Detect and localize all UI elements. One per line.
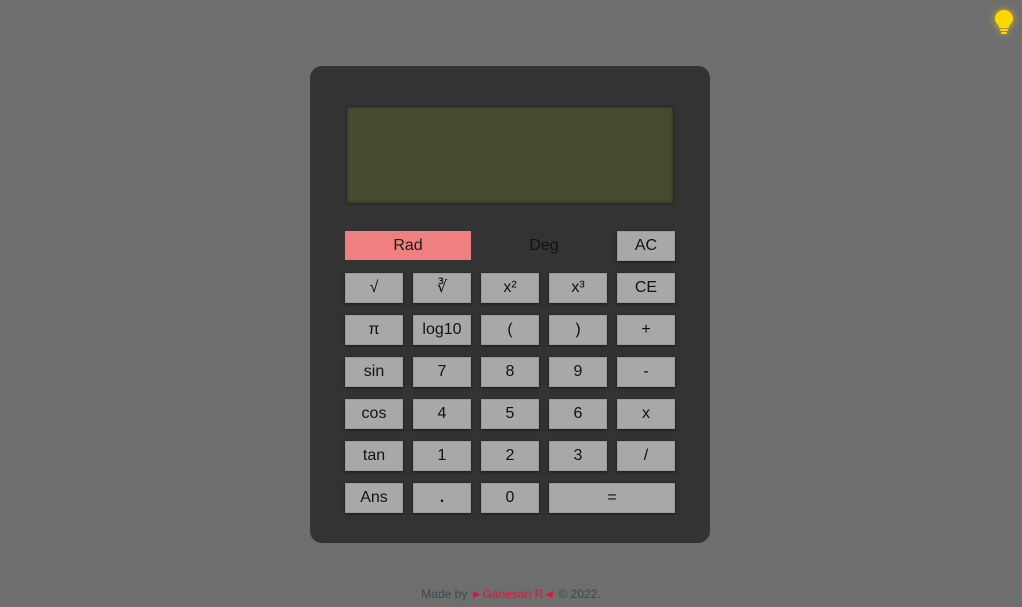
digit-3-button[interactable]: 3 xyxy=(549,441,607,471)
deg-mode-button[interactable]: Deg xyxy=(481,231,607,260)
digit-9-button[interactable]: 9 xyxy=(549,357,607,387)
footer-copyright: © 2022. xyxy=(558,587,601,601)
square-button[interactable]: x² xyxy=(481,273,539,303)
digit-5-button[interactable]: 5 xyxy=(481,399,539,429)
digit-0-button[interactable]: 0 xyxy=(481,483,539,513)
footer: Made by ►Ganesan R◄ © 2022. xyxy=(0,587,1022,601)
calculator: Rad Deg AC √ ∛ x² x³ CE π log10 ( ) + si… xyxy=(310,66,710,543)
digit-6-button[interactable]: 6 xyxy=(549,399,607,429)
digit-1-button[interactable]: 1 xyxy=(413,441,471,471)
all-clear-button[interactable]: AC xyxy=(617,231,675,261)
open-paren-button[interactable]: ( xyxy=(481,315,539,345)
divide-button[interactable]: / xyxy=(617,441,675,471)
page: Rad Deg AC √ ∛ x² x³ CE π log10 ( ) + si… xyxy=(0,0,1022,607)
tan-button[interactable]: tan xyxy=(345,441,403,471)
equals-button[interactable]: = xyxy=(549,483,675,513)
digit-7-button[interactable]: 7 xyxy=(413,357,471,387)
pi-button[interactable]: π xyxy=(345,315,403,345)
cube-root-button[interactable]: ∛ xyxy=(413,273,471,303)
digit-4-button[interactable]: 4 xyxy=(413,399,471,429)
multiply-button[interactable]: x xyxy=(617,399,675,429)
clear-entry-button[interactable]: CE xyxy=(617,273,675,303)
sin-button[interactable]: sin xyxy=(345,357,403,387)
lightbulb-icon[interactable] xyxy=(993,9,1015,35)
square-root-button[interactable]: √ xyxy=(345,273,403,303)
close-paren-button[interactable]: ) xyxy=(549,315,607,345)
answer-button[interactable]: Ans xyxy=(345,483,403,513)
calculator-display xyxy=(345,105,675,205)
cos-button[interactable]: cos xyxy=(345,399,403,429)
cube-button[interactable]: x³ xyxy=(549,273,607,303)
log10-button[interactable]: log10 xyxy=(413,315,471,345)
digit-8-button[interactable]: 8 xyxy=(481,357,539,387)
footer-prefix: Made by xyxy=(421,587,468,601)
rad-mode-button[interactable]: Rad xyxy=(345,231,471,260)
minus-button[interactable]: - xyxy=(617,357,675,387)
plus-button[interactable]: + xyxy=(617,315,675,345)
digit-2-button[interactable]: 2 xyxy=(481,441,539,471)
decimal-point-button[interactable]: . xyxy=(413,483,471,513)
author-link[interactable]: ►Ganesan R◄ xyxy=(471,587,555,601)
